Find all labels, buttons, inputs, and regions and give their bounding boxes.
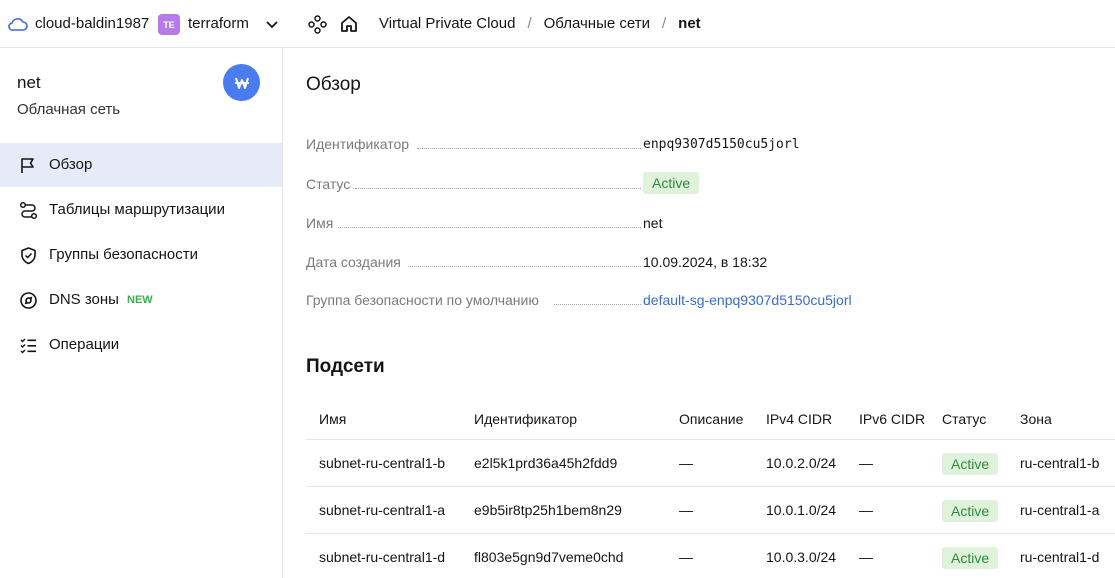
leader-dots: [355, 188, 641, 189]
cell-description: —: [679, 549, 693, 565]
cloud-icon[interactable]: [8, 15, 28, 33]
sidebar-item-operations[interactable]: Операции: [0, 323, 282, 367]
section-title-overview: Обзор: [306, 74, 361, 95]
sidebar-item-label: DNS зоны: [49, 291, 119, 308]
prop-label-created: Дата создания: [306, 254, 401, 270]
cell-ipv6: —: [859, 455, 873, 471]
leader-dots: [408, 266, 641, 267]
column-header-status[interactable]: Статус: [942, 398, 986, 440]
sidebar-item-route-tables[interactable]: Таблицы маршрутизации: [0, 188, 282, 232]
breadcrumb-vpc[interactable]: Virtual Private Cloud: [379, 15, 515, 33]
shield-icon: [21, 247, 36, 265]
cell-id: e2l5k1prd36a45h2fdd9: [474, 455, 618, 471]
services-icon[interactable]: [308, 15, 327, 34]
breadcrumb-networks[interactable]: Облачные сети: [544, 15, 650, 33]
cell-zone: ru-central1-b: [1020, 455, 1100, 471]
compass-icon: [20, 292, 37, 309]
list-check-icon: [20, 338, 36, 354]
home-icon[interactable]: [339, 14, 359, 34]
prop-value-name: net: [643, 215, 663, 231]
leader-dots: [554, 304, 641, 305]
sidebar-item-label: Группы безопасности: [49, 246, 198, 263]
sidebar: net Облачная сеть Обзор Таблицы маршрути…: [0, 48, 283, 578]
route-icon: [19, 201, 38, 220]
cell-name: subnet-ru-central1-d: [319, 549, 446, 565]
sidebar-item-label: Обзор: [49, 156, 93, 173]
cell-ipv4: 10.0.1.0/24: [766, 502, 837, 518]
cell-ipv6: —: [859, 502, 873, 518]
column-header-name[interactable]: Имя: [319, 398, 346, 440]
cell-id: fl803e5gn9d7veme0chd: [474, 549, 624, 565]
resource-type: Облачная сеть: [17, 101, 121, 118]
cell-description: —: [679, 455, 693, 471]
table-row[interactable]: subnet-ru-central1-d fl803e5gn9d7veme0ch…: [306, 534, 1115, 578]
prop-label-default-sg: Группа безопасности по умолчанию: [306, 292, 539, 308]
folder-badge: TE: [158, 14, 180, 35]
prop-label-name: Имя: [306, 215, 334, 231]
column-header-id[interactable]: Идентификатор: [474, 398, 577, 440]
top-bar: cloud-baldin1987 TE terraform Virtual Pr…: [0, 0, 1115, 48]
sidebar-item-security-groups[interactable]: Группы безопасности: [0, 233, 282, 277]
sidebar-item-overview[interactable]: Обзор: [0, 143, 282, 187]
table-row[interactable]: subnet-ru-central1-a e9b5ir8tp25h1bem8n2…: [306, 487, 1115, 534]
new-badge: NEW: [127, 294, 153, 306]
flag-icon: [21, 158, 34, 173]
status-badge: Active: [643, 172, 700, 194]
column-header-description[interactable]: Описание: [679, 398, 743, 440]
cell-ipv6: —: [859, 549, 873, 565]
cell-ipv4: 10.0.3.0/24: [766, 549, 837, 565]
status-badge: Active: [942, 500, 999, 523]
column-header-ipv4[interactable]: IPv4 CIDR: [766, 398, 832, 440]
subnets-table: Имя Идентификатор Описание IPv4 CIDR IPv…: [306, 398, 1115, 578]
column-header-ipv6[interactable]: IPv6 CIDR: [859, 398, 925, 440]
leader-dots: [338, 227, 641, 228]
cell-status: Active: [942, 534, 999, 578]
table-header: Имя Идентификатор Описание IPv4 CIDR IPv…: [306, 398, 1115, 440]
cell-name: subnet-ru-central1-b: [319, 455, 446, 471]
status-badge: Active: [942, 453, 999, 476]
section-title-subnets: Подсети: [306, 356, 385, 377]
cell-ipv4: 10.0.2.0/24: [766, 455, 837, 471]
chevron-down-icon[interactable]: [264, 16, 280, 32]
breadcrumb-separator: /: [661, 15, 667, 32]
prop-value-status: Active: [643, 172, 700, 194]
sidebar-item-dns-zones[interactable]: DNS зоны NEW: [0, 278, 282, 322]
sidebar-item-label: Таблицы маршрутизации: [49, 201, 225, 218]
cloud-selector[interactable]: cloud-baldin1987: [35, 15, 149, 33]
cell-status: Active: [942, 487, 999, 534]
cell-status: Active: [942, 440, 999, 487]
breadcrumb-current: net: [678, 15, 701, 32]
leader-dots: [417, 148, 641, 149]
cell-name: subnet-ru-central1-a: [319, 502, 446, 518]
folder-selector[interactable]: terraform: [188, 15, 249, 33]
network-icon: [223, 64, 260, 101]
prop-value-id: enpq9307d5150cu5jorl: [643, 137, 800, 152]
sidebar-item-label: Операции: [49, 336, 120, 353]
breadcrumb-separator: /: [527, 15, 532, 32]
breadcrumb: Virtual Private Cloud / Облачные сети / …: [379, 15, 701, 33]
cell-zone: ru-central1-d: [1020, 549, 1100, 565]
table-row[interactable]: subnet-ru-central1-b e2l5k1prd36a45h2fdd…: [306, 440, 1115, 487]
cell-id: e9b5ir8tp25h1bem8n29: [474, 502, 622, 518]
default-security-group-link[interactable]: default-sg-enpq9307d5150cu5jorl: [643, 291, 852, 309]
column-header-zone[interactable]: Зона: [1020, 398, 1052, 440]
prop-label-status: Статус: [306, 176, 351, 192]
cell-description: —: [679, 502, 693, 518]
prop-label-id: Идентификатор: [306, 136, 410, 152]
status-badge: Active: [942, 547, 999, 570]
main-content: Обзор Идентификатор enpq9307d5150cu5jorl…: [283, 48, 1115, 578]
cell-zone: ru-central1-a: [1020, 502, 1100, 518]
prop-value-created: 10.09.2024, в 18:32: [643, 254, 768, 270]
resource-title: net: [17, 73, 41, 92]
